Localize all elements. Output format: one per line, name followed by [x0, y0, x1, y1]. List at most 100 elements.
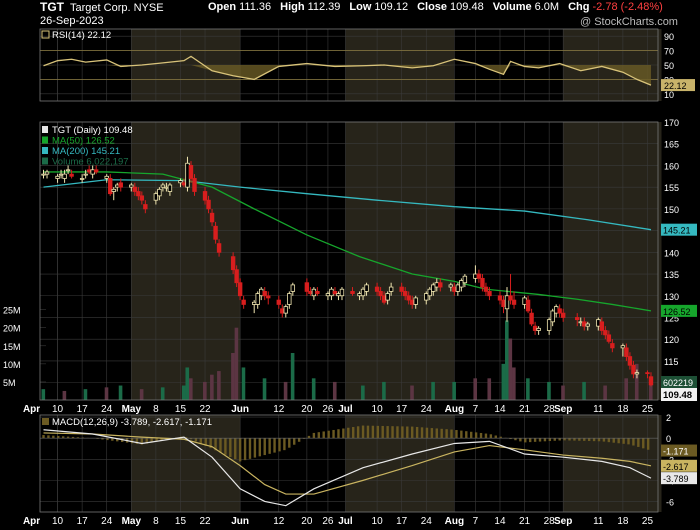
- candle-body: [536, 327, 541, 331]
- volume-tick-label: 20M: [3, 324, 21, 334]
- macd-histogram-bar: [460, 430, 463, 439]
- macd-histogram-bar: [401, 426, 404, 439]
- candle-body: [504, 295, 510, 310]
- candle-body: [287, 293, 292, 305]
- candle-body: [181, 182, 187, 186]
- macd-histogram-bar: [548, 438, 552, 442]
- xaxis-top-label: 11: [593, 404, 604, 415]
- xaxis-bottom-label: 15: [175, 516, 187, 527]
- xaxis-bottom-label: 8: [153, 516, 159, 527]
- macd-histogram-bar: [332, 429, 335, 439]
- candle-body: [332, 291, 338, 294]
- candle-body: [259, 288, 264, 297]
- rsi-tick-label: 90: [664, 32, 674, 42]
- volume-bar: [361, 385, 365, 400]
- xaxis-top-label: 14: [494, 404, 506, 415]
- candle-body: [93, 169, 99, 173]
- macd-histogram-bar: [381, 425, 384, 439]
- xaxis-top-label: 8: [153, 404, 159, 415]
- candle-body: [41, 173, 46, 176]
- price-tick-label: 120: [664, 335, 679, 345]
- macd-histogram-bar: [322, 431, 325, 439]
- macd-histogram-bar: [376, 425, 379, 439]
- candle-body: [83, 173, 88, 176]
- volume-last-value: 602219: [663, 378, 693, 388]
- macd-histogram-bar: [587, 438, 591, 442]
- candle-body: [438, 282, 443, 288]
- candle-body: [606, 334, 612, 342]
- xaxis-top-label: May: [122, 404, 142, 415]
- candle-body: [557, 308, 562, 314]
- candle-body: [585, 323, 590, 327]
- candle-body: [336, 293, 341, 297]
- macd-histogram-bar: [42, 435, 45, 439]
- candle-body: [234, 269, 239, 284]
- candle-body: [143, 204, 148, 210]
- macd-histogram-bar: [592, 438, 596, 442]
- xaxis-top-label: 18: [617, 404, 629, 415]
- candle-body: [329, 288, 334, 297]
- candle-body: [596, 319, 601, 327]
- macd-histogram-bar: [411, 426, 414, 439]
- candle-body: [139, 195, 145, 201]
- xaxis-bottom-label: 24: [421, 516, 433, 527]
- candle-body: [237, 282, 243, 297]
- candle-body: [290, 284, 296, 292]
- xaxis-bottom-label: 11: [593, 516, 604, 527]
- price-tick-label: 130: [664, 292, 679, 302]
- volume-bar: [118, 385, 123, 400]
- macd-histogram-bar: [263, 438, 266, 456]
- volume-bar: [487, 378, 492, 400]
- candle-body: [69, 173, 74, 177]
- xaxis-top-label: Sep: [554, 404, 572, 415]
- macd-histogram-bar: [425, 427, 429, 439]
- candle-body: [627, 356, 633, 366]
- volume-bar: [512, 367, 516, 400]
- volume-bar: [139, 389, 144, 400]
- macd-histogram-bar: [420, 427, 424, 439]
- candle-body: [283, 306, 288, 314]
- volume-bar: [62, 390, 67, 400]
- volume-bar: [160, 387, 165, 400]
- volume-bar: [104, 387, 109, 400]
- volume-bar: [311, 378, 316, 400]
- macd-histogram-bar: [637, 438, 640, 447]
- macd-histogram-bar: [111, 438, 114, 441]
- volume-bar: [203, 381, 207, 400]
- candle-body: [136, 191, 141, 197]
- macd-signal-last-value: -2.617: [663, 462, 689, 472]
- volume-bar: [217, 371, 221, 400]
- volume-bar: [83, 389, 88, 400]
- macd-histogram-bar: [602, 438, 606, 442]
- candle-body: [480, 277, 485, 288]
- macd-histogram-bar: [445, 429, 448, 439]
- candle-body: [501, 299, 506, 308]
- candle-body: [374, 286, 380, 292]
- candle-body: [364, 284, 369, 292]
- macd-histogram-bar: [47, 435, 50, 439]
- price-legend-label: Volume 6,022,197: [52, 157, 129, 168]
- xaxis-bottom-label: 7: [473, 516, 479, 527]
- candle-body: [311, 288, 317, 297]
- volume-bar: [382, 381, 386, 400]
- volume-bar: [526, 378, 530, 400]
- volume-tick-label: 25M: [3, 306, 21, 316]
- volume-bar: [452, 381, 456, 400]
- volume-bar: [231, 353, 235, 400]
- xaxis-bottom-label: Jul: [338, 516, 353, 527]
- xaxis-bottom-label: 10: [52, 516, 64, 527]
- xaxis-top-label: Jun: [231, 404, 249, 415]
- macd-tick-label: -6: [666, 497, 674, 507]
- macd-hist-last-value: -1.171: [663, 447, 689, 457]
- candle-body: [157, 188, 162, 197]
- candle-body: [550, 310, 555, 323]
- macd-histogram-bar: [450, 429, 453, 439]
- volume-bar: [262, 378, 267, 400]
- candle-body: [624, 347, 629, 357]
- macd-histogram-bar: [583, 438, 586, 441]
- macd-histogram-bar: [469, 431, 473, 439]
- macd-histogram-bar: [347, 427, 350, 439]
- price-tick-label: 140: [664, 248, 679, 258]
- macd-histogram-bar: [440, 428, 443, 439]
- macd-histogram-bar: [617, 438, 620, 444]
